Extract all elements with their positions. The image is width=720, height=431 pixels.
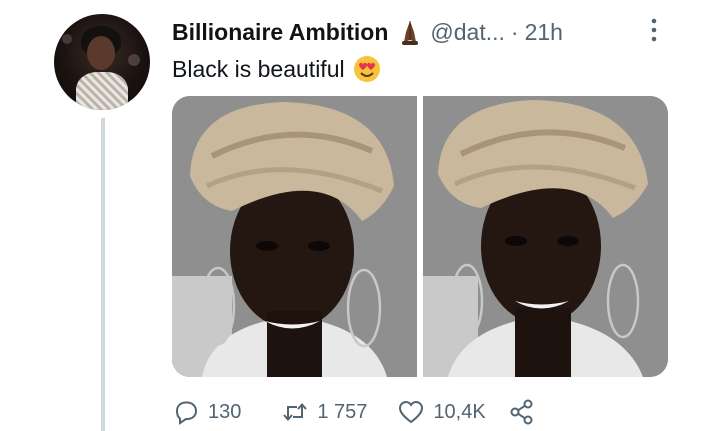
tweet-actions: 130 1 757 10,4K	[172, 396, 536, 428]
tweet-text: Black is beautiful	[172, 55, 381, 83]
share-icon	[510, 399, 533, 425]
reply-count: 130	[208, 400, 242, 423]
thread-line	[101, 118, 105, 431]
portrait-illustration	[172, 96, 417, 377]
avatar-bokeh	[128, 54, 140, 66]
tweet-time[interactable]: 21h	[525, 19, 563, 46]
avatar-dress	[76, 72, 128, 110]
media-photo-1[interactable]	[172, 96, 417, 377]
tweet-media[interactable]	[172, 96, 668, 377]
retweet-button[interactable]: 1 757	[281, 398, 367, 426]
share-button[interactable]	[508, 398, 536, 426]
avatar-face	[87, 36, 115, 70]
retweet-count: 1 757	[317, 400, 368, 423]
media-photo-2[interactable]	[423, 96, 668, 377]
reply-button[interactable]: 130	[172, 398, 241, 426]
like-count: 10,4K	[433, 400, 486, 423]
separator-dot: ·	[510, 18, 519, 45]
author-avatar[interactable]	[54, 14, 150, 110]
tweet-text-content: Black is beautiful	[172, 55, 345, 82]
retweet-icon	[283, 402, 308, 422]
folded-hands-icon	[402, 21, 419, 45]
reply-icon	[175, 401, 198, 425]
more-options-icon[interactable]	[650, 17, 658, 43]
avatar-bokeh	[62, 34, 72, 44]
author-name[interactable]: Billionaire Ambition	[172, 19, 388, 46]
like-button[interactable]: 10,4K	[397, 398, 486, 426]
author-handle[interactable]: @dat...	[430, 19, 505, 46]
smiling-face-heart-eyes-icon	[353, 56, 380, 82]
tweet-header: Billionaire Ambition @dat... · 21h	[172, 16, 563, 48]
heart-icon	[399, 400, 424, 424]
portrait-illustration	[423, 96, 668, 377]
